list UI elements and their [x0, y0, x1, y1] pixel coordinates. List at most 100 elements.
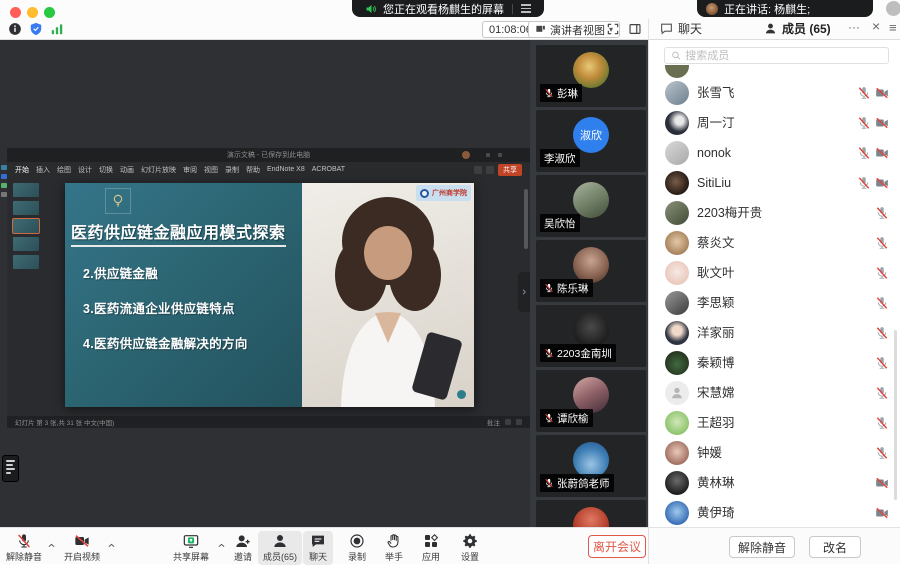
chat-button[interactable]: 聊天 [303, 531, 333, 565]
invite-person-icon [235, 533, 251, 549]
unmute-all-button[interactable]: 解除静音 [729, 536, 795, 558]
ppt-titlebar: 演示文稿 - 已保存到此电脑 [7, 148, 530, 162]
ppt-menu[interactable]: 设计 [78, 165, 92, 175]
slide-thumbnail[interactable] [13, 255, 39, 269]
floating-list-widget[interactable] [2, 455, 19, 482]
member-row[interactable]: 李思颖 [649, 288, 900, 318]
share-screen-button[interactable]: 共享屏幕 [166, 531, 216, 565]
speaker-icon [365, 3, 377, 15]
slide-thumbnail[interactable] [13, 237, 39, 251]
member-row[interactable]: 钟媛 [649, 438, 900, 468]
member-row[interactable]: SitiLiu [649, 168, 900, 198]
member-row[interactable]: 宋慧嫦 [649, 378, 900, 408]
close-icon[interactable]: × [872, 18, 880, 34]
ppt-ribbon-button[interactable] [474, 166, 482, 174]
video-tile[interactable]: 吴欣怡 [536, 175, 646, 237]
ppt-view-button[interactable] [516, 419, 522, 425]
member-row[interactable]: 秦颖博 [649, 348, 900, 378]
ppt-menu[interactable]: 开始 [15, 165, 29, 175]
avatar [665, 201, 689, 225]
ppt-status-right: 批注 [487, 417, 500, 427]
member-row[interactable]: 王超羽 [649, 408, 900, 438]
lightbulb-icon [105, 188, 131, 214]
more-icon[interactable]: ··· [848, 20, 860, 34]
ppt-menu[interactable]: 切换 [99, 165, 113, 175]
video-tile[interactable] [536, 500, 646, 527]
ppt-menu[interactable]: EndNote X8 [267, 166, 305, 173]
panel-scrollbar[interactable] [894, 330, 897, 500]
video-tile[interactable]: 淑欣 李淑欣 [536, 110, 646, 172]
slide-thumbnail[interactable] [13, 201, 39, 215]
ppt-menu[interactable]: 视图 [204, 165, 218, 175]
strip-collapse-handle[interactable] [518, 272, 530, 312]
rename-button[interactable]: 改名 [809, 536, 861, 558]
member-search-box[interactable] [664, 47, 889, 64]
apps-button[interactable]: 应用 [414, 531, 448, 565]
start-video-button[interactable]: 开启视频 [58, 531, 106, 565]
invite-button[interactable]: 邀请 [228, 531, 258, 565]
settings-button[interactable]: 设置 [452, 531, 488, 565]
member-row[interactable]: 2203梅开贵 [649, 198, 900, 228]
traffic-light-minimize[interactable] [27, 7, 38, 18]
traffic-light-close[interactable] [10, 7, 21, 18]
window-titlebar: 您正在观看杨麒生的屏幕 正在讲话: 杨麒生; 01:08:06 演讲者视图 ▾ … [0, 0, 900, 40]
member-row[interactable]: 洋家丽 [649, 318, 900, 348]
member-row[interactable]: 蔡炎文 [649, 228, 900, 258]
ppt-menu[interactable]: 插入 [36, 165, 50, 175]
side-panel-toggle-icon[interactable] [628, 22, 642, 36]
ppt-menu[interactable]: ACROBAT [312, 166, 345, 173]
video-tile[interactable]: 陈乐琳 [536, 240, 646, 302]
ppt-view-button[interactable] [505, 419, 511, 425]
video-options-chevron[interactable] [107, 541, 116, 550]
fullscreen-icon[interactable] [606, 22, 620, 36]
pill-menu-icon[interactable] [521, 4, 531, 12]
leave-meeting-button[interactable]: 离开会议 [588, 535, 646, 558]
ppt-ribbon-button[interactable] [486, 166, 494, 174]
share-options-chevron[interactable] [217, 541, 226, 550]
ppt-share-button[interactable]: 共享 [498, 164, 522, 176]
avatar [665, 501, 689, 525]
slide-thumbnail[interactable] [13, 183, 39, 197]
video-tile[interactable]: 张蔚鸽老师 [536, 435, 646, 497]
member-row[interactable]: 周一汀 [649, 108, 900, 138]
security-shield-icon[interactable] [29, 22, 43, 36]
ppt-menu[interactable]: 审阅 [183, 165, 197, 175]
ppt-menu[interactable]: 帮助 [246, 165, 260, 175]
tab-chat[interactable]: 聊天 [660, 20, 702, 37]
avatar [573, 182, 609, 218]
video-tile[interactable]: 2203金南圳 [536, 305, 646, 367]
ppt-titlebar-text: 演示文稿 - 已保存到此电脑 [227, 150, 310, 160]
meeting-info-icon[interactable] [8, 22, 22, 36]
video-tile[interactable]: 谭欣榆 [536, 370, 646, 432]
slide-bullet: 2.供应链金融 [83, 263, 158, 282]
member-row[interactable]: 耿文叶 [649, 258, 900, 288]
video-tile[interactable]: 彭琳 [536, 45, 646, 107]
unmute-button[interactable]: 解除静音 [2, 531, 46, 565]
apps-label: 应用 [422, 550, 440, 563]
member-row[interactable]: 黄伊琦 [649, 498, 900, 527]
ppt-menu[interactable]: 动画 [120, 165, 134, 175]
hamburger-icon[interactable]: ≡ [889, 20, 897, 35]
tab-members[interactable]: 成员 (65) [764, 20, 831, 37]
record-button[interactable]: 录制 [340, 531, 374, 565]
camera-off-icon [875, 86, 889, 100]
ppt-scrollbar[interactable] [524, 189, 528, 249]
tile-name-chip: 陈乐琳 [540, 279, 593, 297]
traffic-light-zoom[interactable] [44, 7, 55, 18]
network-signal-icon[interactable] [50, 22, 64, 36]
member-row[interactable]: 黄林琳 [649, 468, 900, 498]
slide-thumbnail-current[interactable] [13, 219, 39, 233]
ppt-menu[interactable]: 绘图 [57, 165, 71, 175]
ppt-menu[interactable]: 幻灯片放映 [141, 165, 176, 175]
slide-page-dot [457, 390, 466, 399]
raise-hand-button[interactable]: 举手 [378, 531, 410, 565]
camera-off-icon [875, 146, 889, 160]
members-button[interactable]: 成员(65) [258, 531, 302, 565]
scrolled-avatar [665, 65, 689, 78]
mic-options-chevron[interactable] [47, 541, 56, 550]
member-row[interactable]: 张雪飞 [649, 78, 900, 108]
search-input[interactable] [685, 50, 882, 62]
member-row[interactable]: nonok [649, 138, 900, 168]
ppt-menu[interactable]: 录制 [225, 165, 239, 175]
mic-muted-icon [857, 176, 871, 190]
